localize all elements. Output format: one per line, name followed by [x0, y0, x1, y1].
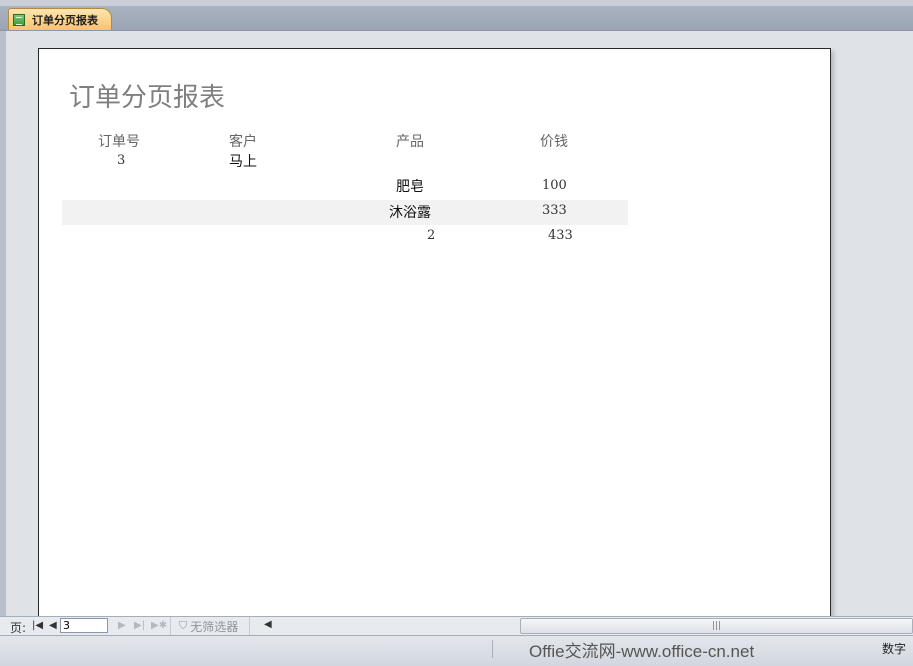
- keyboard-mode-indicator: 数字: [882, 642, 907, 656]
- report-title: 订单分页报表: [69, 83, 226, 113]
- record-navigation-bar: 页: |◀ ◀ ▶ ▶| ▶✱ ⛉ 无筛选器 ◀ |||: [0, 616, 913, 635]
- header-price: 价钱: [540, 134, 568, 150]
- document-tab-label: 订单分页报表: [32, 13, 98, 27]
- scroll-left-icon[interactable]: ◀: [264, 619, 272, 630]
- document-tab-bar: 订单分页报表: [0, 6, 913, 31]
- customer-value: 马上: [229, 154, 257, 170]
- total-count: 2: [427, 228, 436, 243]
- last-page-icon[interactable]: ▶|: [134, 620, 145, 631]
- horizontal-scrollbar[interactable]: ◀ |||: [258, 618, 913, 634]
- first-page-icon[interactable]: |◀: [32, 620, 43, 631]
- status-bar: Offie交流网-www.office-cn.net 数字: [0, 635, 913, 666]
- item-price: 100: [542, 178, 567, 193]
- report-page: 订单分页报表 订单号 客户 产品 价钱 3 马上 肥皂 100 沐浴露 333 …: [38, 48, 831, 616]
- order-no-value: 3: [117, 153, 126, 168]
- item-product: 肥皂: [396, 179, 424, 195]
- header-product: 产品: [396, 134, 424, 150]
- status-divider: [492, 640, 493, 658]
- item-price: 333: [542, 203, 567, 218]
- filter-label: 无筛选器: [190, 619, 239, 634]
- new-page-icon[interactable]: ▶✱: [151, 620, 167, 631]
- document-tab-order-report[interactable]: 订单分页报表: [8, 8, 112, 30]
- header-order-no: 订单号: [98, 134, 140, 150]
- item-product: 沐浴露: [389, 205, 431, 221]
- total-price: 433: [548, 228, 573, 243]
- page-label: 页:: [10, 621, 27, 635]
- report-icon: [13, 13, 25, 26]
- page-number-input[interactable]: [60, 618, 108, 633]
- scroll-thumb[interactable]: |||: [520, 618, 913, 634]
- next-page-icon[interactable]: ▶: [118, 620, 126, 631]
- header-customer: 客户: [229, 134, 257, 150]
- previous-page-icon[interactable]: ◀: [49, 620, 57, 631]
- filter-icon: ⛉: [179, 619, 188, 632]
- filter-toggle[interactable]: ⛉ 无筛选器: [170, 617, 250, 635]
- watermark-text: Offie交流网-www.office-cn.net: [529, 642, 755, 661]
